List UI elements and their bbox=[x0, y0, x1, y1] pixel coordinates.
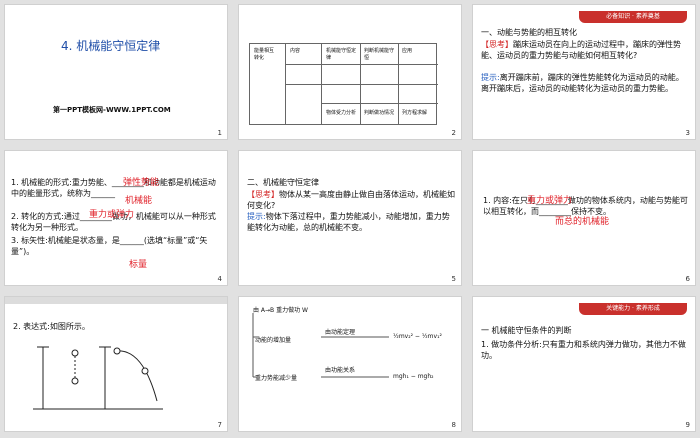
slide-thumbnail-4[interactable]: 1. 机械能的形式:重力势能、________和动能都是机械运动中的能量形式，统… bbox=[4, 150, 228, 286]
slide-number: 5 bbox=[451, 275, 456, 283]
hint-text: 离开蹦床前，蹦床的弹性势能转化为运动员的动能。离开蹦床后，运动员的动能转化为运动… bbox=[481, 73, 684, 93]
answer-annotation: 标量 bbox=[129, 260, 148, 270]
slide-text: 2. 表达式:如图所示。 bbox=[13, 322, 90, 331]
think-block: 【思考】物体从某一高度由静止做自由落体运动，机械能如何变化? bbox=[247, 189, 457, 211]
slide-top-bar bbox=[5, 297, 227, 304]
section-banner: 关键能力 · 素养形成 bbox=[579, 303, 687, 315]
answer-annotation: 而总的机械能 bbox=[555, 217, 610, 227]
line-1-text: 1. 机械能的形式:重力势能、 bbox=[11, 178, 112, 187]
think-tag: 【思考】 bbox=[247, 190, 279, 199]
table-cell: 应用 bbox=[402, 48, 413, 54]
concept-table: 能量相互 转化 内容 机械能守恒定律 判断机械能守恒 应用 物体受力分析 判断做… bbox=[249, 43, 438, 125]
table-cell: 判断做功情况 bbox=[364, 110, 395, 116]
equation: mgh₁ − mgh₂ bbox=[393, 373, 434, 380]
line-2-text: 2. 转化的方式:通过 bbox=[11, 212, 80, 221]
think-block: 【思考】蹦床运动员在向上的运动过程中，蹦床的弹性势能、运动员的重力势能与动能如何… bbox=[481, 39, 691, 61]
slide-heading: 一、动能与势能的相互转化 bbox=[481, 28, 577, 37]
hint-text: 物体下落过程中，重力势能减小，动能增加，重力势能转化为动能，总的机械能不变。 bbox=[247, 212, 450, 232]
table-cell: 机械能守恒定律 bbox=[326, 48, 357, 61]
slide-number: 8 bbox=[451, 421, 456, 429]
think-text: 物体从某一高度由静止做自由落体运动，机械能如何变化? bbox=[247, 190, 455, 210]
formula-arrows bbox=[252, 313, 389, 378]
physics-diagram bbox=[33, 346, 163, 410]
answer-annotation: 机械能 bbox=[125, 196, 153, 206]
slide-heading: 一 机械能守恒条件的判断 bbox=[481, 326, 572, 335]
slide-number: 1 bbox=[217, 129, 222, 137]
line-3-text: 3. 标矢性:机械能是状态量，是 bbox=[11, 236, 120, 245]
answer-annotation: 重力或弹力 bbox=[527, 196, 573, 206]
slide-thumbnail-8[interactable]: 由 A→B 重力做功 W 动能的增加量 由动能定理 重力势能减少量 由功能关系 … bbox=[238, 296, 462, 432]
table-cell: 判断机械能守恒 bbox=[364, 48, 395, 61]
slide-number: 9 bbox=[685, 421, 690, 429]
slide-number: 3 bbox=[685, 129, 690, 137]
table-cell: 内容 bbox=[290, 48, 301, 54]
slide-number: 7 bbox=[217, 421, 222, 429]
slide-thumbnail-5[interactable]: 二、机械能守恒定律 【思考】物体从某一高度由静止做自由落体运动，机械能如何变化?… bbox=[238, 150, 462, 286]
think-tag: 【思考】 bbox=[481, 40, 513, 49]
table-cell: 列方程求解 bbox=[402, 110, 428, 116]
slide-text: 1. 做功条件分析:只有重力和系统内弹力做功，其他力不做功。 bbox=[481, 340, 686, 360]
line-1: 1. 机械能的形式:重力势能、________和动能都是机械运动中的能量形式，统… bbox=[11, 178, 216, 198]
table-cell: 物体受力分析 bbox=[326, 110, 357, 116]
answer-annotation: 重力或弹力 bbox=[89, 210, 135, 220]
equation: ½mv₂² − ½mv₁² bbox=[393, 333, 442, 340]
line-3: 3. 标矢性:机械能是状态量，是______(选填“标量”或“矢量”)。 bbox=[11, 236, 208, 256]
slide-footer-text: 第一PPT模板网-WWW.1PPT.COM bbox=[53, 106, 171, 114]
slide-thumbnail-7[interactable]: 2. 表达式:如图所示。 7 bbox=[4, 296, 228, 432]
slide-title: 4. 机械能守恒定律 bbox=[61, 39, 161, 53]
slide-heading: 二、机械能守恒定律 bbox=[247, 178, 319, 187]
slide-number: 2 bbox=[451, 129, 456, 137]
hint-block: 提示:物体下落过程中，重力势能减小，动能增加，重力势能转化为动能，总的机械能不变… bbox=[247, 211, 457, 233]
slide-thumbnail-9[interactable]: 关键能力 · 素养形成 一 机械能守恒条件的判断 1. 做功条件分析:只有重力和… bbox=[472, 296, 696, 432]
slide-thumbnail-3[interactable]: 必备知识 · 素养奠基 一、动能与势能的相互转化 【思考】蹦床运动员在向上的运动… bbox=[472, 4, 696, 140]
slide-thumbnail-6[interactable]: 1. 内容:在只有________做功的物体系统内，动能与势能可以相互转化，而_… bbox=[472, 150, 696, 286]
hint-block: 提示:离开蹦床前，蹦床的弹性势能转化为运动员的动能。离开蹦床后，运动员的动能转化… bbox=[481, 72, 691, 94]
table-header-1: 能量相互 bbox=[254, 48, 275, 54]
section-banner: 必备知识 · 素养奠基 bbox=[579, 11, 687, 23]
hint-tag: 提示: bbox=[481, 73, 500, 82]
slide-number: 6 bbox=[685, 275, 690, 283]
slide-number: 4 bbox=[217, 275, 222, 283]
table-header-2: 转化 bbox=[254, 55, 265, 61]
hint-tag: 提示: bbox=[247, 212, 266, 221]
slide-thumbnail-1[interactable]: 4. 机械能守恒定律 第一PPT模板网-WWW.1PPT.COM 1 bbox=[4, 4, 228, 140]
answer-annotation: 弹性势能 bbox=[123, 178, 160, 188]
slide-thumbnail-2[interactable]: 能量相互 转化 内容 机械能守恒定律 判断机械能守恒 应用 物体受力分析 判断做… bbox=[238, 4, 462, 140]
